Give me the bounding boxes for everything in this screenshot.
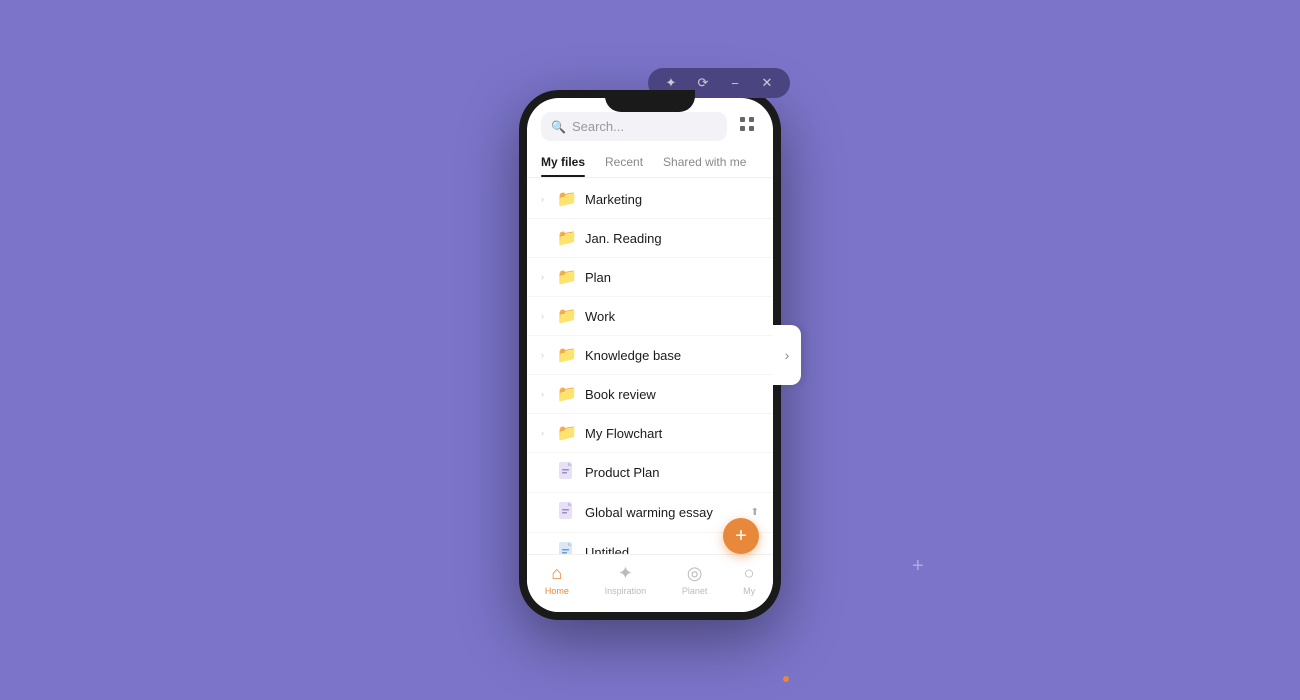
tab-bar: My files Recent Shared with me bbox=[527, 149, 773, 178]
folder-icon: 📁 bbox=[557, 384, 577, 404]
share-icon: ⬆ bbox=[751, 507, 759, 518]
doc-icon bbox=[557, 542, 577, 554]
phone-notch bbox=[605, 90, 695, 112]
doc-icon bbox=[557, 462, 577, 483]
side-panel-arrow[interactable]: › bbox=[773, 325, 801, 385]
list-item[interactable]: › 📁 My Flowchart bbox=[527, 414, 773, 453]
inspiration-icon: ✦ bbox=[618, 563, 633, 584]
doc-icon bbox=[557, 502, 577, 523]
file-name: Global warming essay bbox=[585, 505, 739, 520]
bottom-navigation: ⌂ Home ✦ Inspiration ◎ Planet ○ My bbox=[527, 554, 773, 612]
chevron-icon: › bbox=[541, 272, 549, 282]
close-button[interactable]: ✕ bbox=[758, 74, 776, 92]
folder-icon: 📁 bbox=[557, 228, 577, 248]
minimize-button[interactable]: − bbox=[726, 74, 744, 92]
folder-icon: 📁 bbox=[557, 345, 577, 365]
list-item[interactable]: › 📁 Plan bbox=[527, 258, 773, 297]
list-item[interactable]: › 📁 Book review bbox=[527, 375, 773, 414]
tab-my-files[interactable]: My files bbox=[541, 149, 595, 177]
history-button[interactable]: ⟳ bbox=[694, 74, 712, 92]
search-placeholder: Search... bbox=[572, 119, 624, 134]
file-name: Book review bbox=[585, 387, 759, 402]
search-input-wrap[interactable]: 🔍 Search... bbox=[541, 112, 727, 141]
nav-my[interactable]: ○ My bbox=[743, 563, 755, 596]
grid-view-button[interactable] bbox=[735, 112, 759, 141]
nav-inspiration[interactable]: ✦ Inspiration bbox=[605, 563, 647, 596]
home-icon: ⌂ bbox=[551, 563, 562, 584]
search-icon: 🔍 bbox=[551, 120, 566, 134]
chevron-icon: › bbox=[541, 194, 549, 204]
nav-planet[interactable]: ◎ Planet bbox=[682, 563, 708, 596]
file-name: My Flowchart bbox=[585, 426, 759, 441]
chevron-icon: › bbox=[541, 350, 549, 360]
file-name: Product Plan bbox=[585, 465, 759, 480]
list-item[interactable]: Product Plan bbox=[527, 453, 773, 493]
file-list: › 📁 Marketing 📁 Jan. Reading › 📁 Plan › … bbox=[527, 180, 773, 554]
nav-planet-label: Planet bbox=[682, 586, 708, 596]
phone-frame: › 🔍 Search... My files bbox=[519, 90, 781, 620]
nav-inspiration-label: Inspiration bbox=[605, 586, 647, 596]
file-name: Jan. Reading bbox=[585, 231, 759, 246]
file-name: Work bbox=[585, 309, 759, 324]
folder-icon: 📁 bbox=[557, 423, 577, 443]
folder-icon: 📁 bbox=[557, 306, 577, 326]
bg-plus-decoration: + bbox=[912, 555, 924, 578]
planet-icon: ◎ bbox=[687, 563, 703, 584]
tab-shared-with-me[interactable]: Shared with me bbox=[653, 149, 756, 177]
folder-icon: 📁 bbox=[557, 189, 577, 209]
file-name: Plan bbox=[585, 270, 759, 285]
phone-screen: 🔍 Search... My files Recent Share bbox=[527, 98, 773, 612]
add-fab-button[interactable]: + bbox=[723, 518, 759, 554]
nav-my-label: My bbox=[743, 586, 755, 596]
chevron-icon: › bbox=[541, 389, 549, 399]
bg-dot-decoration bbox=[783, 676, 789, 682]
my-icon: ○ bbox=[744, 563, 755, 584]
list-item[interactable]: › 📁 Work bbox=[527, 297, 773, 336]
nav-home[interactable]: ⌂ Home bbox=[545, 563, 569, 596]
chevron-icon: › bbox=[541, 428, 549, 438]
nav-home-label: Home bbox=[545, 586, 569, 596]
list-item[interactable]: 📁 Jan. Reading bbox=[527, 219, 773, 258]
list-item[interactable]: › 📁 Marketing bbox=[527, 180, 773, 219]
folder-icon: 📁 bbox=[557, 267, 577, 287]
tab-recent[interactable]: Recent bbox=[595, 149, 653, 177]
file-name: Knowledge base bbox=[585, 348, 759, 363]
list-item[interactable]: › 📁 Knowledge base bbox=[527, 336, 773, 375]
chevron-icon: › bbox=[541, 311, 549, 321]
file-name: Marketing bbox=[585, 192, 759, 207]
